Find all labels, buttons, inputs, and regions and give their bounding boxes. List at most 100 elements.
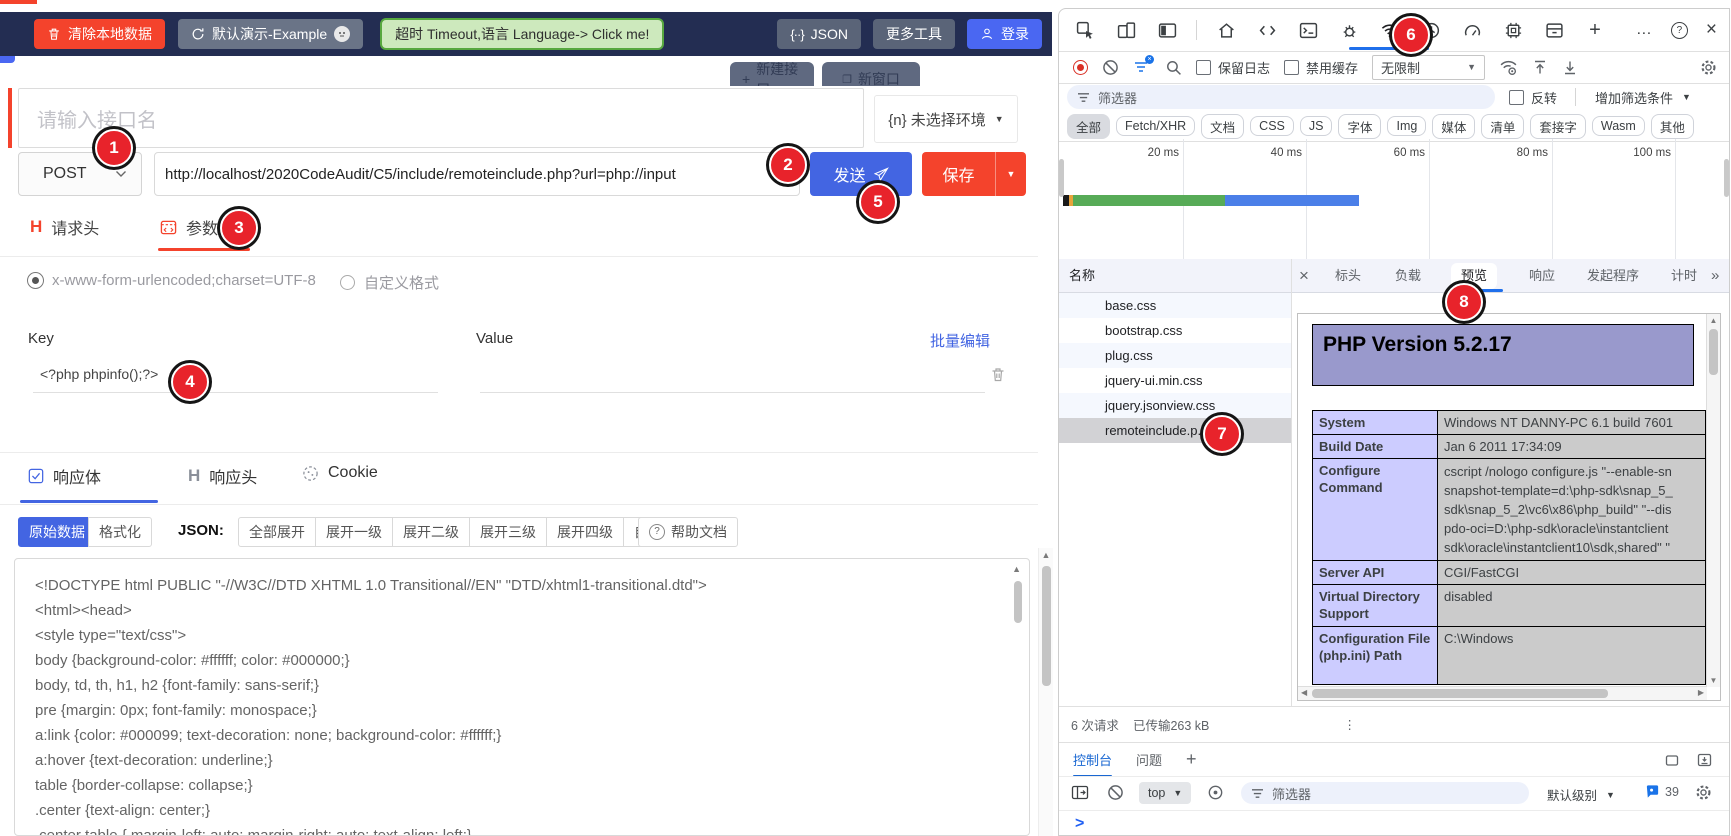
chip-other[interactable]: 其他 bbox=[1651, 114, 1694, 139]
dock-side-icon[interactable] bbox=[1155, 21, 1179, 40]
summary-menu-icon[interactable]: ⋮ bbox=[1343, 717, 1356, 732]
network-settings-gear-icon[interactable] bbox=[1700, 59, 1717, 76]
preview-vertical-scrollbar[interactable]: ▲ ▼ bbox=[1706, 314, 1720, 687]
help-icon[interactable]: ? bbox=[1671, 22, 1688, 39]
tab-response-headers[interactable]: H 响应头 bbox=[188, 464, 257, 488]
tab-request-headers[interactable]: H 请求头 bbox=[30, 215, 99, 239]
expand-level4-button[interactable]: 展开四级 bbox=[547, 517, 624, 547]
clear-network-icon[interactable] bbox=[1102, 59, 1119, 76]
preserve-log-option[interactable]: 保留日志 bbox=[1196, 58, 1270, 77]
expand-level3-button[interactable]: 展开三级 bbox=[470, 517, 547, 547]
preserve-log-checkbox[interactable] bbox=[1196, 60, 1211, 75]
api-name-input[interactable]: 请输入接口名 bbox=[18, 88, 864, 148]
expand-level1-button[interactable]: 展开一级 bbox=[316, 517, 393, 547]
search-icon[interactable] bbox=[1165, 59, 1182, 76]
scroll-up-icon[interactable]: ▲ bbox=[1039, 548, 1053, 560]
chip-media[interactable]: 媒体 bbox=[1432, 114, 1475, 139]
home-icon[interactable] bbox=[1214, 21, 1238, 40]
chip-img[interactable]: Img bbox=[1387, 116, 1426, 136]
batch-edit-link[interactable]: 批量编辑 bbox=[930, 330, 990, 351]
url-input[interactable]: http://localhost/2020CodeAudit/C5/includ… bbox=[154, 152, 800, 196]
chip-css[interactable]: CSS bbox=[1250, 116, 1294, 136]
import-har-icon[interactable] bbox=[1532, 59, 1548, 76]
throttling-select[interactable]: 无限制▼ bbox=[1372, 55, 1485, 80]
more-filters-dropdown[interactable]: 增加筛选条件▼ bbox=[1595, 88, 1691, 107]
save-button[interactable]: 保存 ▼ bbox=[922, 152, 1026, 196]
gauge-icon[interactable] bbox=[1460, 21, 1484, 40]
live-expression-eye-icon[interactable] bbox=[1207, 784, 1224, 801]
clear-console-icon[interactable] bbox=[1107, 784, 1124, 801]
send-button[interactable]: 发送 bbox=[810, 152, 912, 196]
help-doc-button[interactable]: ? 帮助文档 bbox=[638, 517, 738, 547]
tab-cookie[interactable]: Cookie bbox=[302, 464, 378, 482]
overflow-menu-icon[interactable]: … bbox=[1636, 21, 1653, 39]
environment-selector[interactable]: {n} 未选择环境 ▼ bbox=[874, 95, 1018, 143]
response-scrollbar-thumb[interactable] bbox=[1014, 581, 1022, 623]
preview-vscroll-thumb[interactable] bbox=[1709, 329, 1718, 375]
demo-example-button[interactable]: 默认演示-Example bbox=[178, 19, 363, 49]
preview-horizontal-scrollbar[interactable]: ◀ ▶ bbox=[1298, 686, 1707, 700]
detail-tab-response[interactable]: 响应 bbox=[1529, 259, 1555, 292]
request-row-jquery-ui-css[interactable]: jquery-ui.min.css bbox=[1059, 368, 1291, 393]
device-toolbar-icon[interactable] bbox=[1114, 21, 1138, 40]
request-row-bootstrap-css[interactable]: bootstrap.css bbox=[1059, 318, 1291, 343]
scroll-right-icon[interactable]: ▶ bbox=[1698, 689, 1704, 697]
expand-level2-button[interactable]: 展开二级 bbox=[393, 517, 470, 547]
detail-tab-timing[interactable]: 计时 bbox=[1671, 259, 1697, 292]
login-button[interactable]: 登录 bbox=[967, 19, 1042, 49]
request-row-base-css[interactable]: base.css bbox=[1059, 293, 1291, 318]
dock-drawer-icon[interactable] bbox=[1663, 752, 1680, 768]
memory-chip-icon[interactable] bbox=[1501, 21, 1525, 40]
export-har-icon[interactable] bbox=[1562, 59, 1578, 76]
scroll-down-icon[interactable]: ▼ bbox=[1707, 677, 1720, 685]
chip-fetch-xhr[interactable]: Fetch/XHR bbox=[1116, 116, 1195, 136]
console-messages-indicator[interactable]: 39 bbox=[1645, 784, 1679, 799]
timeout-language-banner-button[interactable]: 超时 Timeout,语言 Language-> Click me! bbox=[380, 18, 664, 50]
detail-tab-payload[interactable]: 负载 bbox=[1395, 259, 1421, 292]
more-tabs-chevron-icon[interactable]: » bbox=[1711, 259, 1719, 292]
new-window-button-clipped[interactable]: ❐新窗口 bbox=[822, 62, 920, 86]
preview-hscroll-thumb[interactable] bbox=[1312, 689, 1608, 698]
console-tab-icon[interactable] bbox=[1296, 21, 1320, 40]
scroll-up-icon[interactable]: ▲ bbox=[1707, 314, 1720, 325]
save-caret-icon[interactable]: ▼ bbox=[995, 152, 1026, 196]
tab-params[interactable]: 参数 bbox=[160, 215, 218, 239]
tab-console[interactable]: 控制台 bbox=[1073, 750, 1112, 769]
tab-issues[interactable]: 问题 bbox=[1136, 750, 1162, 769]
request-row-remoteinclude-selected[interactable]: remoteinclude.p... bbox=[1059, 418, 1291, 443]
console-sidebar-icon[interactable] bbox=[1071, 784, 1089, 801]
clear-local-data-button[interactable]: 清除本地数据 bbox=[34, 19, 165, 49]
application-storage-icon[interactable] bbox=[1542, 21, 1566, 40]
network-conditions-icon[interactable] bbox=[1499, 59, 1518, 76]
console-filter-input[interactable]: 筛选器 bbox=[1241, 782, 1529, 804]
body-type-custom-option[interactable]: 自定义格式 bbox=[340, 272, 439, 293]
timeline-left-handle[interactable] bbox=[1059, 159, 1064, 197]
request-row-plug-css[interactable]: plug.css bbox=[1059, 343, 1291, 368]
raw-data-button[interactable]: 原始数据 bbox=[18, 517, 96, 547]
expand-all-button[interactable]: 全部展开 bbox=[238, 517, 316, 547]
invert-checkbox[interactable] bbox=[1509, 90, 1524, 105]
chip-font[interactable]: 字体 bbox=[1338, 114, 1381, 139]
response-body-panel[interactable]: <!DOCTYPE html PUBLIC "-//W3C//DTD XHTML… bbox=[14, 558, 1030, 836]
more-tools-button[interactable]: 更多工具 bbox=[873, 19, 955, 49]
invert-option[interactable]: 反转 bbox=[1509, 88, 1557, 107]
tab-response-body[interactable]: 响应体 bbox=[28, 464, 101, 488]
chip-js[interactable]: JS bbox=[1300, 116, 1333, 136]
format-button[interactable]: 格式化 bbox=[88, 517, 152, 547]
debugger-bug-icon[interactable] bbox=[1337, 21, 1361, 40]
delete-row-icon[interactable] bbox=[990, 366, 1006, 383]
app-scrollbar-thumb[interactable] bbox=[1042, 566, 1051, 686]
body-type-form-option[interactable]: x-www-form-urlencoded;charset=UTF-8 bbox=[28, 272, 316, 289]
expand-drawer-icon[interactable] bbox=[1696, 752, 1713, 768]
filter-active-icon[interactable]: × bbox=[1133, 59, 1151, 75]
log-level-dropdown[interactable]: 默认级别 ▼ bbox=[1547, 785, 1615, 804]
json-tool-button[interactable]: {··} JSON bbox=[777, 19, 861, 49]
network-filter-input[interactable]: 筛选器 bbox=[1067, 85, 1495, 109]
add-tab-icon[interactable]: + bbox=[1583, 19, 1607, 42]
chip-socket[interactable]: 套接字 bbox=[1530, 114, 1586, 139]
chip-manifest[interactable]: 清单 bbox=[1481, 114, 1524, 139]
add-drawer-tab-icon[interactable]: + bbox=[1186, 749, 1197, 770]
app-scrollbar-track[interactable]: ▲ bbox=[1038, 548, 1053, 836]
request-row-jsonview-css[interactable]: jquery.jsonview.css bbox=[1059, 393, 1291, 418]
key-input[interactable]: <?php phpinfo();?> bbox=[40, 366, 158, 382]
